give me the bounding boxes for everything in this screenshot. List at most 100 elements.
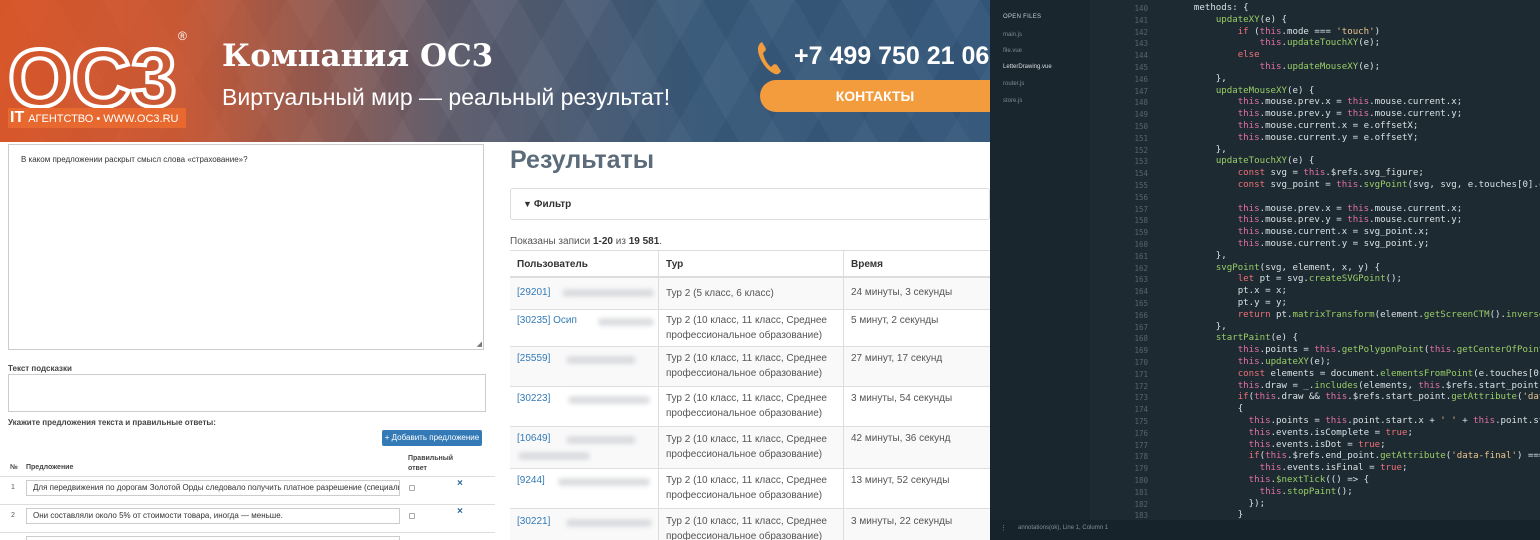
phone-number[interactable]: +7 499 750 21 06 (794, 42, 989, 71)
redacted-name (562, 289, 654, 297)
code-text: let pt = svg.createSVGPoint(); (1172, 274, 1402, 286)
code-line[interactable]: 140 methods: { (1090, 3, 1540, 15)
code-token: return (1237, 309, 1271, 320)
code-text: this.draw = _.includes(elements, this.$r… (1172, 381, 1540, 393)
contacts-button[interactable]: КОНТАКТЫ (760, 80, 990, 112)
question-textarea[interactable]: В каком предложении раскрыт смысл слова … (8, 144, 484, 350)
table-row[interactable]: [25559] Тур 2 (10 класс, 11 класс, Средн… (510, 347, 990, 387)
code-line[interactable]: 166 return pt.matrixTransform(element.ge… (1090, 310, 1540, 322)
code-line[interactable]: 158 this.mouse.prev.y = this.mouse.curre… (1090, 215, 1540, 227)
add-sentence-button[interactable]: + Добавить предложение (382, 430, 482, 446)
column-header-time[interactable]: Время (851, 259, 883, 270)
code-line[interactable]: 176 this.events.isComplete = true; (1090, 428, 1540, 440)
code-line[interactable]: 175 this.points = this.point.start.x + '… (1090, 416, 1540, 428)
code-line[interactable]: 154 const svg = this.$refs.svg_figure; (1090, 168, 1540, 180)
correct-checkbox[interactable] (409, 485, 415, 491)
code-line[interactable]: 164 pt.x = x; (1090, 286, 1540, 298)
code-token: }, (1172, 73, 1227, 84)
code-line[interactable]: 156 (1090, 192, 1540, 204)
code-text: { (1172, 404, 1244, 416)
resize-grip-icon[interactable]: ◢ (477, 340, 482, 348)
code-line[interactable]: 169 this.points = this.getPolygonPoint(t… (1090, 345, 1540, 357)
code-line[interactable]: 168 startPaint(e) { (1090, 333, 1540, 345)
code-area[interactable]: 140 methods: {141 updateXY(e) {142 if (t… (1090, 0, 1540, 520)
code-token: .point.start.x + (1347, 416, 1441, 426)
line-number: 152 (1134, 145, 1148, 155)
code-token: elementsFromPoint (1380, 368, 1474, 379)
code-line[interactable]: 143 this.updateTouchXY(e); (1090, 38, 1540, 50)
file-item[interactable]: store.js (1003, 98, 1022, 104)
code-line[interactable]: 151 this.mouse.current.y = e.offsetY; (1090, 133, 1540, 145)
code-line[interactable]: 141 updateXY(e) { (1090, 15, 1540, 27)
user-link[interactable]: [10649] (517, 433, 550, 444)
delete-row-icon[interactable]: × (457, 506, 463, 517)
code-line[interactable]: 159 this.mouse.current.x = svg_point.x; (1090, 227, 1540, 239)
table-row[interactable]: [10649] Тур 2 (10 класс, 11 класс, Средн… (510, 427, 990, 469)
code-line[interactable]: 171 const elements = document.elementsFr… (1090, 369, 1540, 381)
file-item[interactable]: router.js (1003, 81, 1024, 87)
code-line[interactable]: 149 this.mouse.prev.y = this.mouse.curre… (1090, 109, 1540, 121)
code-line[interactable]: 163 let pt = svg.createSVGPoint(); (1090, 274, 1540, 286)
code-line[interactable]: 179 this.events.isFinal = true; (1090, 463, 1540, 475)
code-line[interactable]: 145 this.updateMouseXY(e); (1090, 62, 1540, 74)
delete-row-icon[interactable]: × (457, 478, 463, 489)
user-link[interactable]: [30223] (517, 393, 550, 404)
file-item[interactable]: main.js (1003, 32, 1022, 38)
code-token: .mouse.current.x = svg_point.x; (1259, 227, 1430, 238)
code-text: }, (1172, 145, 1227, 157)
sentence-input[interactable]: Они составляли около 5% от стоимости тов… (26, 508, 400, 524)
code-token: this (1259, 62, 1282, 72)
open-files-header: OPEN FILES (1003, 14, 1042, 20)
table-row[interactable]: [29201] Тур 2 (5 класс, 6 класс) 24 мину… (510, 278, 990, 310)
code-line[interactable]: 142 if (this.mode === 'touch') (1090, 27, 1540, 39)
code-token: (elements, (1358, 380, 1419, 391)
table-row[interactable]: [30223] Тур 2 (10 класс, 11 класс, Средн… (510, 387, 990, 427)
table-row[interactable]: [9244] Тур 2 (10 класс, 11 класс, Средне… (510, 469, 990, 509)
code-line[interactable]: 165 pt.y = y; (1090, 298, 1540, 310)
sentence-input[interactable]: Для передвижения по дорогам Золотой Орды… (26, 480, 400, 496)
code-line[interactable]: 161 }, (1090, 251, 1540, 263)
column-header-user[interactable]: Пользователь (517, 259, 588, 270)
code-line[interactable]: 167 }, (1090, 322, 1540, 334)
code-line[interactable]: 178 if(this.$refs.end_point.getAttribute… (1090, 451, 1540, 463)
user-link[interactable]: [9244] (517, 475, 545, 486)
sentence-input[interactable] (26, 536, 400, 540)
user-link[interactable]: [25559] (517, 353, 550, 364)
code-line[interactable]: 177 this.events.isDot = true; (1090, 440, 1540, 452)
code-line[interactable]: 153 updateTouchXY(e) { (1090, 156, 1540, 168)
code-line[interactable]: 160 this.mouse.current.y = svg_point.y; (1090, 239, 1540, 251)
table-row[interactable]: [30221] Тур 2 (10 класс, 11 класс, Средн… (510, 509, 990, 540)
file-item-active[interactable]: LetterDrawing.vue (1003, 64, 1052, 70)
code-line[interactable]: 170 this.updateXY(e); (1090, 357, 1540, 369)
filter-toggle[interactable]: ▼ Фильтр (523, 199, 571, 210)
code-token: + (1456, 416, 1474, 426)
code-line[interactable]: 146 }, (1090, 74, 1540, 86)
code-line[interactable]: 180 this.$nextTick(() => { (1090, 475, 1540, 487)
hint-textarea[interactable] (8, 374, 486, 412)
code-line[interactable]: 172 this.draw = _.includes(elements, thi… (1090, 381, 1540, 393)
code-line[interactable]: 162 svgPoint(svg, element, x, y) { (1090, 263, 1540, 275)
filter-panel[interactable]: ▼ Фильтр (510, 188, 990, 220)
file-item[interactable]: file.vue (1003, 48, 1022, 54)
line-number: 156 (1134, 192, 1148, 202)
code-line[interactable]: 174 { (1090, 404, 1540, 416)
redacted-name (598, 318, 654, 326)
code-line[interactable]: 182 }); (1090, 499, 1540, 511)
table-row[interactable]: [30235] Осип Тур 2 (10 класс, 11 класс, … (510, 310, 990, 347)
code-token: ) (1374, 26, 1381, 37)
correct-checkbox[interactable] (409, 513, 415, 519)
code-line[interactable]: 148 this.mouse.prev.x = this.mouse.curre… (1090, 97, 1540, 109)
code-line[interactable]: 147 updateMouseXY(e) { (1090, 86, 1540, 98)
user-link[interactable]: [30235] Осип (517, 315, 577, 326)
code-line[interactable]: 173 if(this.draw && this.$refs.start_poi… (1090, 392, 1540, 404)
column-header-tour[interactable]: Тур (666, 259, 683, 270)
code-token: this (1325, 392, 1348, 403)
code-line[interactable]: 144 else (1090, 50, 1540, 62)
user-link[interactable]: [29201] (517, 287, 550, 298)
code-line[interactable]: 157 this.mouse.prev.x = this.mouse.curre… (1090, 204, 1540, 216)
code-line[interactable]: 150 this.mouse.current.x = e.offsetX; (1090, 121, 1540, 133)
code-line[interactable]: 181 this.stopPaint(); (1090, 487, 1540, 499)
code-line[interactable]: 152 }, (1090, 145, 1540, 157)
user-link[interactable]: [30221] (517, 516, 550, 527)
code-line[interactable]: 155 const svg_point = this.svgPoint(svg,… (1090, 180, 1540, 192)
